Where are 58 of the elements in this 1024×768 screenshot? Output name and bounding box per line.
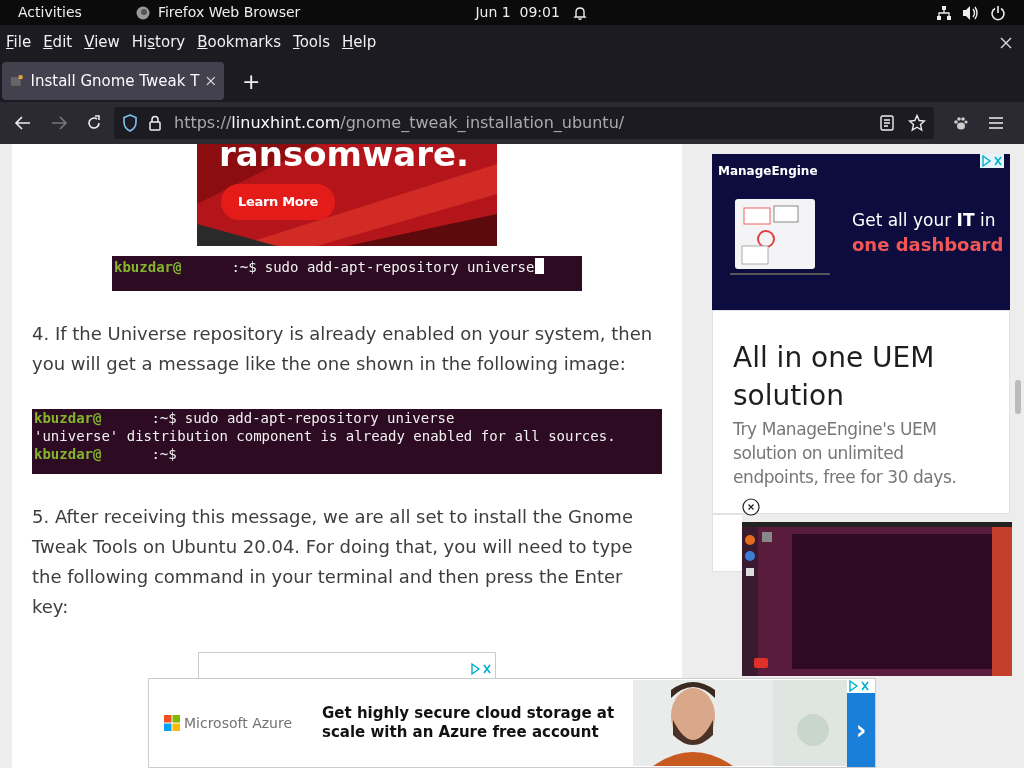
card-background [712, 514, 742, 572]
banner-ad[interactable]: ransomware. Learn More [197, 144, 497, 246]
activities-button[interactable]: Activities [18, 2, 82, 23]
next-arrow-button[interactable]: › [847, 693, 875, 767]
ad-text: Get highly secure cloud storage at scale with an Azure free account [322, 704, 616, 742]
menu-item[interactable]: Tools [293, 31, 330, 54]
command-text: sudo add-apt-repository universe [184, 409, 455, 427]
shield-icon[interactable] [122, 114, 138, 132]
browser-tab[interactable]: Install Gnome Tweak T [2, 62, 224, 100]
reload-icon[interactable] [86, 115, 102, 131]
prompt-path: :~$ [231, 258, 257, 276]
prompt-user: kbuzdar@ [34, 409, 102, 427]
prompt-user: kbuzdar@ [114, 258, 182, 276]
clock[interactable]: Jun 1 09:01 [475, 2, 560, 23]
bell-icon[interactable] [571, 4, 588, 21]
ad-card[interactable]: All in one UEM solution Try ManageEngine's UEM solution on unlimited endpoints, free for 30 days. [712, 310, 1010, 514]
scrollbar-thumb[interactable] [1015, 380, 1021, 414]
ad-tagline-accent: one dashboard [852, 233, 1004, 257]
windows-logo-icon [164, 715, 180, 731]
menu-item[interactable]: Edit [43, 31, 73, 54]
brand-logo: ManageEngine [718, 163, 818, 180]
paw-icon[interactable] [952, 115, 968, 131]
prompt-user: kbuzdar@ [34, 445, 102, 463]
tab-title: Install Gnome Tweak T [30, 70, 200, 92]
menu-icon[interactable] [988, 116, 1004, 130]
power-icon[interactable] [990, 4, 1006, 21]
ad-headline: ransomware. [219, 144, 470, 174]
menu-item[interactable]: View [84, 31, 120, 54]
url-text: https://linuxhint.com/gnome_tweak_installation_ubuntu/ [174, 112, 625, 134]
menu-item[interactable]: History [131, 31, 186, 54]
favicon-icon [10, 74, 24, 88]
menu-item[interactable]: File [6, 31, 32, 54]
article-paragraph: 5. After receiving this message, we are all set to install the Gnome Tweak Tools on Ubuntu 20.04. For doing that, you will need to type the following command in your terminal and then press the Enter key: [32, 505, 634, 619]
lock-icon[interactable] [148, 115, 162, 131]
address-bar[interactable]: https://linuxhint.com/gnome_tweak_installation_ubuntu/ [114, 107, 934, 139]
ad-title: All in one UEM solution [733, 340, 936, 414]
close-icon[interactable] [742, 498, 760, 516]
menu-item[interactable]: Help [341, 31, 377, 54]
article-paragraph: 4. If the Universe repository is already enabled on your system, then you will get a message like the one shown in the following image: [32, 322, 654, 376]
network-icon[interactable] [936, 4, 952, 21]
menu-item[interactable]: Bookmarks [197, 31, 281, 54]
ad-banner[interactable]: ManageEngine Get all your IT in one dashboard [712, 154, 1010, 310]
reader-view-icon[interactable] [880, 115, 894, 131]
star-icon[interactable] [908, 114, 926, 132]
volume-icon[interactable] [962, 4, 980, 21]
ad-body: Try ManageEngine's UEM solution on unlimited endpoints, free for 30 days. [733, 418, 958, 489]
prompt-path: :~$ [151, 445, 177, 463]
command-text: sudo add-apt-repository universe [264, 258, 535, 276]
back-icon[interactable] [14, 115, 32, 131]
bottom-ad[interactable]: Microsoft Azure Get highly secure cloud storage at scale with an Azure free account › [148, 678, 876, 768]
brand-name: Microsoft Azure [184, 713, 293, 733]
learn-more-button[interactable]: Learn More [221, 184, 335, 220]
app-name[interactable]: Firefox Web Browser [157, 2, 301, 23]
prompt-path: :~$ [151, 409, 177, 427]
new-tab-button[interactable]: + [242, 64, 261, 98]
browser-logo-icon [135, 5, 150, 20]
terminal-output: 'universe' distribution component is already enabled for all sources. [34, 427, 617, 445]
ad-tagline: Get all your IT in [852, 209, 996, 232]
